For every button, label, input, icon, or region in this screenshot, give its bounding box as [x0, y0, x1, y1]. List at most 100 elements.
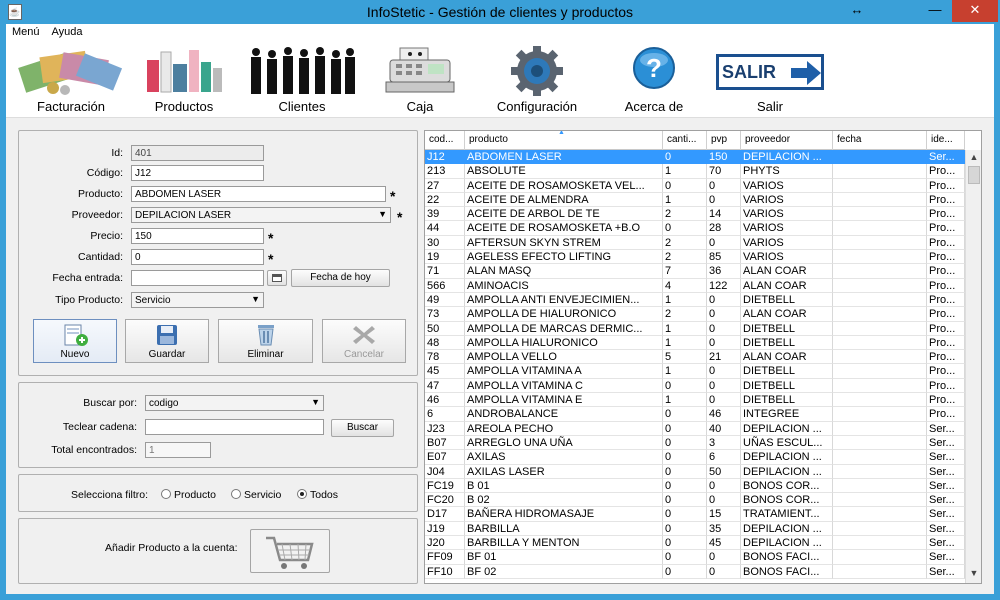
table-row[interactable]: J19 BARBILLA 0 35 DEPILACION ... Ser... [425, 521, 965, 537]
svg-text:?: ? [646, 53, 662, 83]
table-row[interactable]: J04 AXILAS LASER 0 50 DEPILACION ... Ser... [425, 464, 965, 479]
proveedor-value: DEPILACION LASER [135, 210, 232, 221]
filter-option-servicio[interactable]: Servicio [231, 489, 281, 501]
table-row[interactable]: 50 AMPOLLA DE MARCAS DERMIC... 1 0 DIETBELL P… [425, 321, 965, 336]
tipo-producto-select[interactable]: Servicio ▼ [131, 292, 264, 308]
column-header[interactable]: ide... [927, 131, 965, 150]
table-row[interactable]: E07 AXILAS 0 6 DEPILACION ... Ser... [425, 450, 965, 465]
table-row[interactable]: 19 AGELESS EFECTO LIFTING 2 85 VARIOS Pro... [425, 250, 965, 265]
table-cell: 122 [707, 278, 741, 293]
table-row[interactable]: 49 AMPOLLA ANTI ENVEJECIMIEN... 1 0 DIETBELL… [425, 292, 965, 308]
table-row[interactable]: 46 AMPOLLA VITAMINA E 1 0 DIETBELL Pro... [425, 393, 965, 408]
menu-menu[interactable]: Menú [6, 24, 46, 40]
table-cell: 1 [663, 321, 707, 336]
toolbar-clientes[interactable]: Clientes [242, 42, 362, 118]
table-row[interactable]: 45 AMPOLLA VITAMINA A 1 0 DIETBELL Pro... [425, 364, 965, 379]
scroll-up-icon[interactable]: ▲ [966, 152, 981, 166]
column-header[interactable]: cod... [425, 131, 465, 150]
column-header[interactable]: proveedor [741, 131, 833, 150]
table-row[interactable]: 213 ABSOLUTE 1 70 PHYTS Pro... [425, 164, 965, 179]
producto-field[interactable]: ABDOMEN LASER [131, 186, 386, 202]
table-cell: 6 [425, 407, 465, 422]
cantidad-field[interactable]: 0 [131, 249, 264, 265]
table-cell: Pro... [927, 393, 965, 408]
table-cell: 0 [663, 421, 707, 436]
buscar-por-select[interactable]: codigo ▼ [145, 395, 324, 411]
table-cell: 0 [663, 150, 707, 165]
table-row[interactable]: J20 BARBILLA Y MENTON 0 45 DEPILACION ... Ser… [425, 536, 965, 551]
cancelar-button[interactable]: Cancelar [322, 319, 406, 363]
proveedor-label: Proveedor: [71, 209, 123, 221]
toolbar-label: Salir [756, 99, 783, 114]
minimize-button[interactable]: — [924, 0, 946, 22]
table-cell: BONOS FACI... [741, 550, 833, 565]
restore-icon[interactable]: ↔ [846, 0, 868, 22]
codigo-field[interactable]: J12 [131, 165, 264, 181]
table-row[interactable]: J12 ABDOMEN LASER 0 150 DEPILACION ... Ser... [425, 150, 965, 165]
table-row[interactable]: 44 ACEITE DE ROSAMOSKETA +B.O 0 28 VARIOS Pro… [425, 221, 965, 236]
column-header[interactable]: pvp [707, 131, 741, 150]
table-cell [833, 321, 927, 336]
table-cell: 7 [663, 264, 707, 279]
table-cell: Pro... [927, 192, 965, 208]
table-cell: 14 [707, 207, 741, 222]
table-cell: AMPOLLA DE HIALURONICO [465, 307, 663, 322]
column-header[interactable]: canti... [663, 131, 707, 150]
table-cell: 1 [663, 164, 707, 179]
table-row[interactable]: 30 AFTERSUN SKYN STREM 2 0 VARIOS Pro... [425, 235, 965, 251]
calendar-button[interactable] [267, 270, 287, 286]
fecha-entrada-field[interactable] [131, 270, 264, 286]
filter-option-producto[interactable]: Producto [161, 489, 216, 501]
nuevo-button[interactable]: Nuevo [33, 319, 117, 363]
guardar-button[interactable]: Guardar [125, 319, 209, 363]
table-row[interactable]: 73 AMPOLLA DE HIALURONICO 2 0 ALAN COAR Pro..… [425, 307, 965, 322]
toolbar-acerca-de[interactable]: ? Acerca de [606, 42, 702, 118]
table-row[interactable]: FC19 B 01 0 0 BONOS COR... Ser... [425, 478, 965, 494]
toolbar-facturacion[interactable]: Facturación [16, 42, 126, 118]
table-cell [833, 564, 927, 579]
table-row[interactable]: J23 AREOLA PECHO 0 40 DEPILACION ... Ser... [425, 421, 965, 436]
table-row[interactable]: FF09 BF 01 0 0 BONOS FACI... Ser... [425, 550, 965, 565]
menu-ayuda[interactable]: Ayuda [46, 24, 89, 40]
eliminar-button[interactable]: Eliminar [218, 319, 313, 363]
teclear-cadena-label: Teclear cadena: [62, 421, 137, 433]
vertical-scrollbar[interactable]: ▲ ▼ [965, 150, 981, 583]
table-row[interactable]: 27 ACEITE DE ROSAMOSKETA VEL... 0 0 VARIOS Pr… [425, 178, 965, 193]
toolbar-configuracion[interactable]: Configuración [482, 42, 592, 118]
buscar-button[interactable]: Buscar [331, 419, 394, 437]
add-to-account-button[interactable] [250, 529, 330, 573]
table-row[interactable]: D17 BAÑERA HIDROMASAJE 0 15 TRATAMIENT... Ser… [425, 507, 965, 522]
table-cell: 45 [425, 364, 465, 379]
table-row[interactable]: FC20 B 02 0 0 BONOS COR... Ser... [425, 493, 965, 508]
table-row[interactable]: FF10 BF 02 0 0 BONOS FACI... Ser... [425, 564, 965, 579]
scroll-down-icon[interactable]: ▼ [966, 568, 981, 582]
table-cell: ALAN COAR [741, 264, 833, 279]
table-cell: BONOS COR... [741, 478, 833, 494]
table-cell: 5 [663, 350, 707, 365]
search-input[interactable] [145, 419, 324, 435]
table-row[interactable]: 39 ACEITE DE ARBOL DE TE 2 14 VARIOS Pro... [425, 207, 965, 222]
table-cell: 0 [663, 478, 707, 494]
close-button[interactable]: ✕ [952, 0, 998, 22]
toolbar-productos[interactable]: Productos [134, 42, 234, 118]
precio-field[interactable]: 150 [131, 228, 264, 244]
table-row[interactable]: 566 AMINOACIS 4 122 ALAN COAR Pro... [425, 278, 965, 293]
column-header[interactable]: fecha [833, 131, 927, 150]
toolbar-salir[interactable]: SALIR Salir [710, 42, 830, 118]
radio-icon [231, 489, 241, 499]
table-row[interactable]: 71 ALAN MASQ 7 36 ALAN COAR Pro... [425, 264, 965, 279]
scroll-thumb[interactable] [968, 166, 980, 184]
table-cell: DEPILACION ... [741, 536, 833, 551]
toolbar-caja[interactable]: Caja [370, 42, 470, 118]
table-row[interactable]: 48 AMPOLLA HIALURONICO 1 0 DIETBELL Pro... [425, 335, 965, 351]
chevron-down-icon: ▼ [378, 209, 387, 219]
table-row[interactable]: 47 AMPOLLA VITAMINA C 0 0 DIETBELL Pro... [425, 378, 965, 394]
title-bar: ☕ InfoStetic - Gestión de clientes y pro… [0, 0, 1000, 24]
table-row[interactable]: 6 ANDROBALANCE 0 46 INTEGREE Pro... [425, 407, 965, 422]
table-row[interactable]: 78 AMPOLLA VELLO 5 21 ALAN COAR Pro... [425, 350, 965, 365]
table-row[interactable]: B07 ARREGLO UNA UÑA 0 3 UÑAS ESCUL... Ser... [425, 435, 965, 451]
fecha-hoy-button[interactable]: Fecha de hoy [291, 269, 390, 287]
table-row[interactable]: 22 ACEITE DE ALMENDRA 1 0 VARIOS Pro... [425, 192, 965, 208]
proveedor-select[interactable]: DEPILACION LASER ▼ [131, 207, 391, 223]
filter-option-todos[interactable]: Todos [297, 489, 338, 501]
